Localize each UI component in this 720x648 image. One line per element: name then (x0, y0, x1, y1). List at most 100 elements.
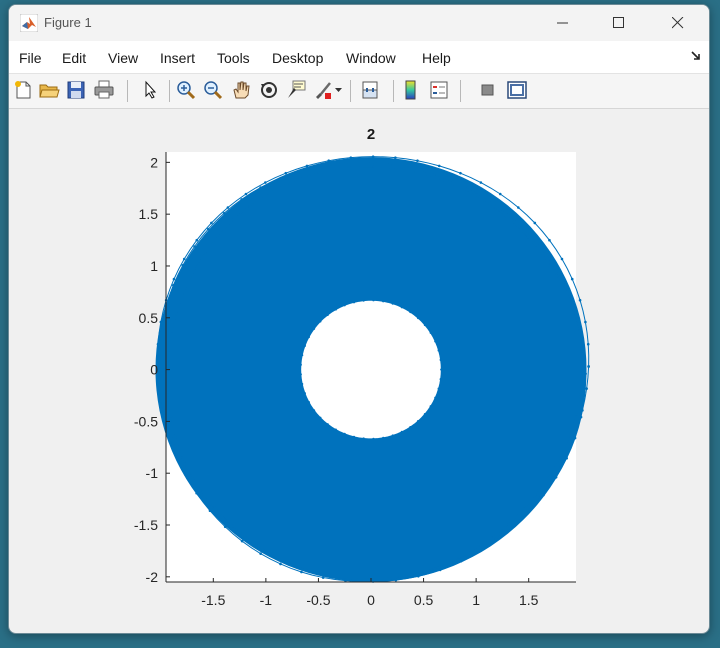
series-point (388, 163, 392, 166)
menu-insert[interactable]: Insert (160, 50, 195, 66)
pan-hand-icon[interactable] (230, 79, 252, 101)
legend-icon[interactable] (428, 79, 450, 101)
series-point (215, 511, 219, 515)
series-point (352, 435, 356, 439)
minimize-button[interactable] (540, 5, 586, 41)
toolbar-separator (350, 80, 351, 102)
series-point (471, 189, 475, 193)
save-icon[interactable] (65, 79, 87, 101)
menu-help[interactable]: Help (422, 50, 451, 66)
data-cursor-icon[interactable] (285, 79, 307, 101)
series-point (245, 536, 249, 539)
series-point (170, 330, 174, 333)
menu-file[interactable]: File (19, 50, 42, 66)
x-tick-label: 0.5 (414, 592, 434, 608)
series-point (166, 433, 170, 436)
series-point (416, 159, 419, 163)
series-point (429, 331, 432, 335)
series-point (560, 257, 564, 261)
series-point (410, 166, 413, 170)
series-point (415, 571, 419, 575)
series-point (349, 156, 353, 159)
series-point (388, 578, 392, 581)
menu-view[interactable]: View (108, 50, 138, 66)
series-point (328, 168, 332, 172)
y-tick-label: -1 (146, 465, 159, 481)
y-tick-label: -1.5 (134, 517, 158, 533)
series-point (259, 552, 262, 555)
series-point (183, 289, 187, 292)
series-point (456, 558, 460, 562)
series-point (437, 177, 440, 181)
new-figure-icon[interactable] (12, 79, 34, 101)
brush-icon[interactable] (312, 79, 334, 101)
menu-window[interactable]: Window (346, 50, 396, 66)
open-file-icon[interactable] (38, 79, 60, 101)
series-point (232, 218, 235, 222)
menu-edit[interactable]: Edit (62, 50, 86, 66)
series-point (362, 299, 365, 302)
hide-plot-tools-icon[interactable] (477, 79, 499, 101)
brush-dropdown-icon[interactable] (335, 88, 343, 94)
series-point (167, 351, 171, 354)
series-point (575, 413, 578, 416)
series-point (400, 305, 404, 309)
series-point (343, 304, 346, 307)
series-point (307, 400, 311, 404)
zoom-out-icon[interactable] (202, 79, 224, 101)
y-tick-label: 0 (150, 362, 158, 378)
series-point (511, 221, 514, 224)
close-button[interactable] (655, 5, 701, 41)
series-point (580, 369, 584, 372)
series-point (300, 169, 304, 173)
series-point (586, 342, 590, 346)
series-point (343, 432, 346, 436)
print-icon[interactable] (93, 79, 115, 101)
dock-arrow-icon[interactable] (691, 51, 701, 61)
series-point (327, 159, 331, 163)
show-plot-tools-icon[interactable] (506, 79, 528, 101)
close-icon (672, 17, 684, 29)
series-point (351, 577, 354, 580)
series-point (334, 428, 337, 431)
series-point (286, 181, 290, 185)
series-point (228, 521, 232, 525)
y-tick-label: 1.5 (139, 206, 159, 222)
colorbar-icon[interactable] (400, 79, 422, 101)
menu-desktop[interactable]: Desktop (272, 50, 323, 66)
chart[interactable]: -1.5 -1 -0.5 0 0.5 1 1.5-2-1.5-1-0.500.511.52 … (9, 109, 709, 633)
x-tick-label: 0 (367, 592, 375, 608)
series-point (372, 299, 375, 302)
series-point (451, 180, 455, 184)
matlab-logo-icon (20, 14, 38, 32)
minimize-icon (557, 22, 568, 24)
maximize-button[interactable] (596, 5, 642, 41)
series-point (217, 234, 220, 237)
series-point (559, 454, 563, 457)
series-point (527, 509, 531, 513)
series-point (479, 181, 483, 184)
toolbar (9, 74, 709, 109)
series-point (506, 522, 510, 526)
series-point (284, 171, 288, 175)
menu-tools[interactable]: Tools (217, 50, 250, 66)
series-point (168, 430, 172, 433)
series-point (459, 559, 463, 563)
series-point (267, 192, 270, 195)
series-point (583, 394, 586, 397)
series-point (231, 527, 234, 530)
plot-area: -1.5 -1 -0.5 0 0.5 1 1.5 -2 -1.5 -1 -0.5 0 0.5 1 1.5 2 … (9, 109, 709, 633)
series-point (582, 350, 586, 354)
zoom-in-icon[interactable] (175, 79, 197, 101)
select-arrow-icon[interactable] (139, 79, 161, 101)
series-point (579, 391, 582, 394)
link-plot-icon[interactable] (359, 79, 381, 101)
series-point (319, 416, 322, 420)
series-point (563, 288, 567, 292)
rotate-3d-icon[interactable] (258, 79, 280, 101)
series-point (226, 206, 230, 209)
series-point (366, 161, 370, 165)
series-point (329, 574, 332, 578)
series-point (476, 548, 479, 552)
series-point (579, 415, 583, 419)
